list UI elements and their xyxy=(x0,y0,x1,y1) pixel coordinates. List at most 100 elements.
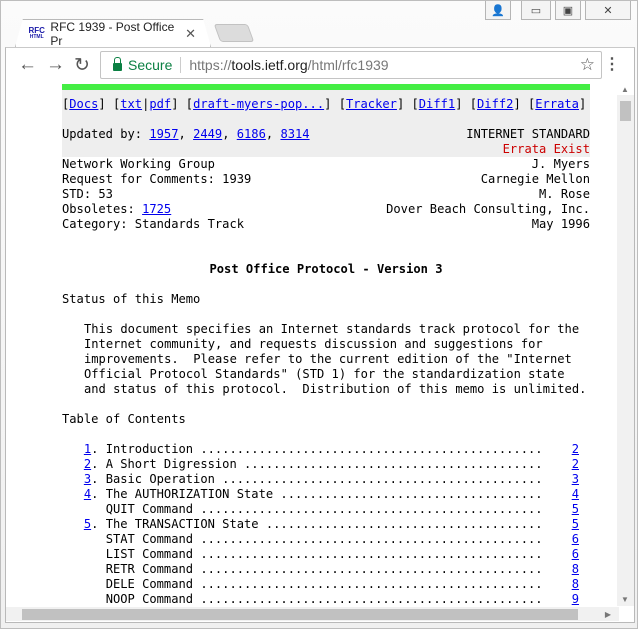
nav-link-errata[interactable]: Errata xyxy=(535,97,579,111)
back-arrow-icon[interactable]: ← xyxy=(18,54,37,76)
toc-section-link[interactable]: 4 xyxy=(84,487,91,501)
vertical-scrollbar[interactable]: ▲ ▼ xyxy=(617,85,634,606)
header-row: Network Working Group J. Myers xyxy=(62,157,590,172)
toc-leader: ........................................… xyxy=(193,532,572,546)
user-icon: 👤 xyxy=(491,4,505,17)
nav-link-pdf[interactable]: pdf xyxy=(149,97,171,111)
header-right: M. Rose xyxy=(539,187,590,201)
toc-title: NOOP Command xyxy=(105,592,194,606)
obsoletes-link[interactable]: 1725 xyxy=(142,202,171,216)
header-row: STD: 53 M. Rose xyxy=(62,187,590,202)
toc-entry: 1. Introduction ........................… xyxy=(83,442,579,456)
toc-leader: ........................................… xyxy=(193,442,572,456)
nav-link-diff2[interactable]: Diff2 xyxy=(477,97,513,111)
secure-label: Secure xyxy=(128,57,182,73)
tab-rfc1939[interactable]: RFC HTML RFC 1939 - Post Office Pr ✕ xyxy=(15,19,211,47)
tab-title: RFC 1939 - Post Office Pr xyxy=(50,19,175,48)
nav-link-diff1[interactable]: Diff1 xyxy=(419,97,455,111)
toc-title: Introduction xyxy=(105,442,194,456)
nav-link-tracker[interactable]: Tracker xyxy=(346,97,397,111)
status-paragraph: This document specifies an Internet stan… xyxy=(62,322,590,397)
toc-leader: ........................................… xyxy=(193,577,572,591)
updated-by-link[interactable]: 2449 xyxy=(193,127,222,141)
url-path: /html/rfc1939 xyxy=(307,57,389,73)
toc-title: Basic Operation xyxy=(105,472,215,486)
header-right: J. Myers xyxy=(531,157,590,171)
status-heading: Status of this Memo xyxy=(62,292,201,306)
header-row: Obsoletes: 1725 Dover Beach Consulting, I… xyxy=(62,202,590,217)
profile-button[interactable]: 👤 xyxy=(485,1,511,20)
header-left: Network Working Group xyxy=(62,157,215,171)
toc-section-link[interactable]: 1 xyxy=(84,442,91,456)
toc-section-link[interactable]: 2 xyxy=(84,457,91,471)
updated-by-link[interactable]: 6186 xyxy=(237,127,266,141)
scroll-up-arrow-icon[interactable]: ▲ xyxy=(621,85,629,94)
browser-window: 👤 ▭ ▣ ✕ RFC HTML RFC 1939 - Post Office P… xyxy=(0,0,638,629)
horizontal-scroll-thumb[interactable] xyxy=(22,609,578,620)
paragraph-line: This document specifies an Internet stan… xyxy=(84,322,580,336)
address-bar[interactable]: Secure https://tools.ietf.org/html/rfc19… xyxy=(100,51,602,79)
toc-leader: ........................................… xyxy=(214,472,572,486)
header-right: Dover Beach Consulting, Inc. xyxy=(386,202,590,216)
toc-page-link[interactable]: 9 xyxy=(572,592,579,606)
updated-by-link[interactable]: 1957 xyxy=(149,127,178,141)
reload-icon[interactable]: ↻ xyxy=(74,54,90,77)
toc-entry: 3. Basic Operation .....................… xyxy=(83,472,579,486)
updated-by-label: Updated by: xyxy=(62,127,150,141)
rfc-header: Network Working Group J. Myers Request for… xyxy=(62,157,590,232)
scroll-down-arrow-icon[interactable]: ▼ xyxy=(621,595,629,604)
toc-title: LIST Command xyxy=(105,547,194,561)
toc-leader: ........................................… xyxy=(193,562,572,576)
toc-title: DELE Command xyxy=(105,577,194,591)
toc-page-link[interactable]: 6 xyxy=(572,532,579,546)
new-tab-button[interactable] xyxy=(213,24,255,42)
favicon-text: RFC xyxy=(28,25,45,35)
toc-page-link[interactable]: 8 xyxy=(572,577,579,591)
toc-section-link[interactable]: 5 xyxy=(84,517,91,531)
close-window-button[interactable]: ✕ xyxy=(585,1,631,20)
toc-page-link[interactable]: 4 xyxy=(572,487,579,501)
paragraph-line: Internet community, and requests discuss… xyxy=(84,337,543,351)
toc-page-link[interactable]: 6 xyxy=(572,547,579,561)
updated-by-link[interactable]: 8314 xyxy=(280,127,309,141)
favicon-subtext: HTML xyxy=(29,33,44,40)
menu-kebab-icon[interactable]: ⋮ xyxy=(604,54,620,74)
toc-heading: Table of Contents xyxy=(62,412,186,426)
document-meta-box: [Docs] [txt|pdf] [draft-myers-pop...] [T… xyxy=(62,90,590,157)
errata-exist: Errata Exist xyxy=(502,142,590,156)
nav-link-docs[interactable]: Docs xyxy=(69,97,98,111)
vertical-scroll-thumb[interactable] xyxy=(620,101,631,121)
header-right: May 1996 xyxy=(531,217,590,231)
toc-page-link[interactable]: 5 xyxy=(572,517,579,531)
toc-page-link[interactable]: 8 xyxy=(572,562,579,576)
minimize-button[interactable]: ▭ xyxy=(521,1,551,20)
toc-page-link[interactable]: 2 xyxy=(572,457,579,471)
maximize-button[interactable]: ▣ xyxy=(555,1,581,20)
nav-link-draft-myers-pop[interactable]: draft-myers-pop... xyxy=(193,97,324,111)
toc-leader: .................................... xyxy=(273,487,572,501)
page-viewport: [Docs] [txt|pdf] [draft-myers-pop...] [T… xyxy=(5,83,635,623)
tab-close-icon[interactable]: ✕ xyxy=(185,26,196,42)
toc-leader: ........................................… xyxy=(193,592,572,606)
toc-section-link[interactable]: 3 xyxy=(84,472,91,486)
window-controls: 👤 ▭ ▣ ✕ xyxy=(485,1,631,20)
horizontal-scrollbar[interactable]: ▶ xyxy=(6,607,619,621)
forward-arrow-icon[interactable]: → xyxy=(46,54,65,76)
doc-nav-links: [Docs] [txt|pdf] [draft-myers-pop...] [T… xyxy=(62,97,587,111)
header-left: STD: 53 xyxy=(62,187,113,201)
toc-entry: RETR Command ...........................… xyxy=(62,562,590,577)
header-row: Request for Comments: 1939 Carnegie Mello… xyxy=(62,172,590,187)
updated-by-line: Updated by: 1957, 2449, 6186, 8314 INTERN… xyxy=(62,127,590,141)
toc-page-link[interactable]: 5 xyxy=(572,502,579,516)
toc-page-link[interactable]: 3 xyxy=(572,472,579,486)
toc-page-link[interactable]: 2 xyxy=(572,442,579,456)
bookmark-star-icon[interactable]: ☆ xyxy=(580,55,595,75)
toc-entry: 5. The TRANSACTION State ...............… xyxy=(83,517,579,531)
scroll-right-arrow-icon[interactable]: ▶ xyxy=(605,610,611,619)
nav-link-txt[interactable]: txt xyxy=(120,97,142,111)
toc-entry: LIST Command ...........................… xyxy=(62,547,590,562)
toc-title: A Short Digression xyxy=(105,457,237,471)
toc-leader: ........................................… xyxy=(193,547,572,561)
table-of-contents: 1. Introduction ........................… xyxy=(62,442,590,607)
paragraph-line: and status of this protocol. Distributio… xyxy=(84,382,587,396)
